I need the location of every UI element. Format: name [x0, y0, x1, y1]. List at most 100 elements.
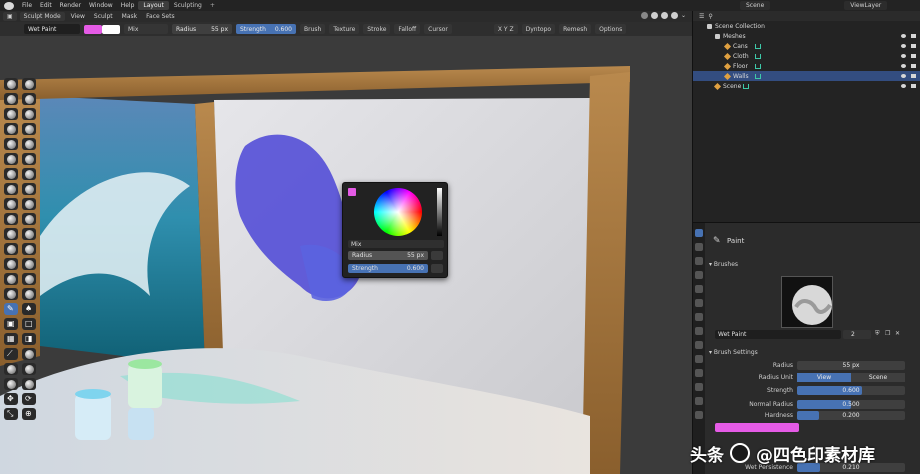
strength-slider[interactable]: Strength 0.600 [236, 24, 296, 34]
blob-tool[interactable] [22, 123, 36, 135]
render-camera-icon[interactable] [911, 64, 916, 68]
hardness-field[interactable]: 0.200 [797, 411, 905, 420]
outliner-row-meshes[interactable]: Meshes [693, 31, 920, 41]
popup-strength-slider[interactable]: Strength 0.600 [348, 264, 428, 273]
edit-face-set-tool[interactable] [4, 378, 18, 390]
draw-sharp-tool[interactable] [22, 78, 36, 90]
popup-radius-pressure-icon[interactable] [431, 251, 443, 260]
visibility-eye-icon[interactable] [901, 44, 906, 48]
add-workspace-button[interactable]: + [207, 2, 218, 9]
cloth-filter-tool[interactable] [4, 363, 18, 375]
duplicate-brush-icon[interactable]: ❐ [885, 330, 890, 337]
particles-tab-icon[interactable] [695, 341, 703, 349]
color-wheel[interactable] [374, 188, 422, 236]
visibility-eye-icon[interactable] [901, 84, 906, 88]
blend-mode-dropdown[interactable]: Mix [124, 24, 168, 34]
brush-preview-thumbnail[interactable] [781, 276, 833, 328]
symmetry-axes[interactable]: X Y Z [493, 24, 518, 34]
brush-menu[interactable]: Brush [300, 24, 326, 34]
visibility-eye-icon[interactable] [901, 54, 906, 58]
menu-view[interactable]: View [68, 13, 88, 20]
scrape-tool[interactable] [4, 168, 18, 180]
smear-tool[interactable]: ♠ [22, 303, 36, 315]
popup-strength-pressure-icon[interactable] [431, 264, 443, 273]
elastic-deform-tool[interactable] [4, 198, 18, 210]
menu-mask[interactable]: Mask [119, 13, 140, 20]
physics-tab-icon[interactable] [695, 355, 703, 363]
visibility-eye-icon[interactable] [901, 64, 906, 68]
rendered-shading-icon[interactable] [670, 12, 678, 19]
data-tab-icon[interactable] [695, 383, 703, 391]
blender-logo-icon[interactable] [4, 1, 14, 10]
clay-tool[interactable] [4, 93, 18, 105]
transform-tool[interactable]: ⊕ [22, 408, 36, 420]
multiplane-scrape-tool[interactable] [22, 168, 36, 180]
menu-file[interactable]: File [18, 2, 36, 9]
outliner-row-floor[interactable]: Floor [693, 61, 920, 71]
radius-field[interactable]: 55 px [797, 361, 905, 370]
scene-tab-icon[interactable] [695, 285, 703, 293]
menu-sculpt[interactable]: Sculpt [91, 13, 116, 20]
cursor-menu[interactable]: Cursor [424, 24, 452, 34]
menu-window[interactable]: Window [85, 2, 117, 9]
modifier-tab-icon[interactable] [695, 327, 703, 335]
menu-help[interactable]: Help [117, 2, 139, 9]
inflate-tool[interactable] [4, 123, 18, 135]
value-slider[interactable] [437, 188, 442, 236]
scene-selector[interactable]: Scene [740, 1, 771, 10]
line-project-tool[interactable]: ⟋ [4, 348, 18, 360]
box-hide-tool[interactable]: □ [22, 318, 36, 330]
thumb-tool[interactable] [4, 213, 18, 225]
nudge-tool[interactable] [4, 228, 18, 240]
options-menu[interactable]: Options [595, 24, 627, 34]
unlink-brush-icon[interactable]: ✕ [895, 330, 900, 337]
snake-hook-tool[interactable] [22, 198, 36, 210]
move-tool[interactable]: ✥ [4, 393, 18, 405]
world-tab-icon[interactable] [695, 299, 703, 307]
texture-tab-icon[interactable] [695, 411, 703, 419]
multires-smear-tool[interactable] [22, 288, 36, 300]
constraints-tab-icon[interactable] [695, 369, 703, 377]
brushes-section-header[interactable]: ▾ Brushes [709, 261, 738, 268]
output-tab-icon[interactable] [695, 257, 703, 265]
dyntopo-menu[interactable]: Dyntopo [521, 24, 556, 34]
box-mask-tool[interactable]: ▣ [4, 318, 18, 330]
texture-menu[interactable]: Texture [329, 24, 360, 34]
secondary-color-swatch[interactable] [102, 24, 120, 34]
draw-face-sets-tool[interactable] [22, 273, 36, 285]
editor-type-dropdown[interactable]: ▣ [3, 12, 17, 21]
render-camera-icon[interactable] [911, 84, 916, 88]
pinch-tool[interactable] [4, 183, 18, 195]
radius-unit-scene-option[interactable]: Scene [851, 373, 905, 382]
material-shading-icon[interactable] [660, 12, 668, 19]
clay-thumb-tool[interactable] [4, 108, 18, 120]
render-camera-icon[interactable] [911, 74, 916, 78]
view-layer-selector[interactable]: ViewLayer [844, 1, 888, 10]
color-picker-popup[interactable]: Mix Radius 55 px Strength 0.600 [342, 182, 448, 278]
menu-edit[interactable]: Edit [36, 2, 56, 9]
paint-tool[interactable]: ✎ [4, 303, 18, 315]
view-layer-tab-icon[interactable] [695, 271, 703, 279]
menu-render[interactable]: Render [56, 2, 85, 9]
slide-relax-tool[interactable] [4, 243, 18, 255]
outliner-row-scene-object[interactable]: Scene [693, 81, 920, 91]
boundary-tool[interactable] [22, 243, 36, 255]
remesh-menu[interactable]: Remesh [559, 24, 592, 34]
mask-by-color-tool[interactable] [22, 378, 36, 390]
tool-tab-icon[interactable] [695, 229, 703, 237]
pose-tool[interactable] [22, 213, 36, 225]
cloth-tool[interactable] [4, 258, 18, 270]
popup-color-swatch[interactable] [348, 188, 356, 196]
strength-field[interactable]: 0.600 [797, 386, 905, 395]
box-trim-tool[interactable]: ◨ [22, 333, 36, 345]
outliner-row-cans[interactable]: Cans [693, 41, 920, 51]
box-face-set-tool[interactable]: ▦ [4, 333, 18, 345]
falloff-menu[interactable]: Falloff [394, 24, 421, 34]
popup-blend-dropdown[interactable]: Mix [348, 240, 444, 248]
fill-tool[interactable] [22, 153, 36, 165]
fake-user-shield-icon[interactable]: ⛨ [875, 330, 880, 338]
crease-tool[interactable] [4, 138, 18, 150]
color-filter-tool[interactable] [22, 363, 36, 375]
outliner-row-scene-collection[interactable]: Scene Collection [693, 21, 920, 31]
solid-shading-icon[interactable] [650, 12, 658, 19]
